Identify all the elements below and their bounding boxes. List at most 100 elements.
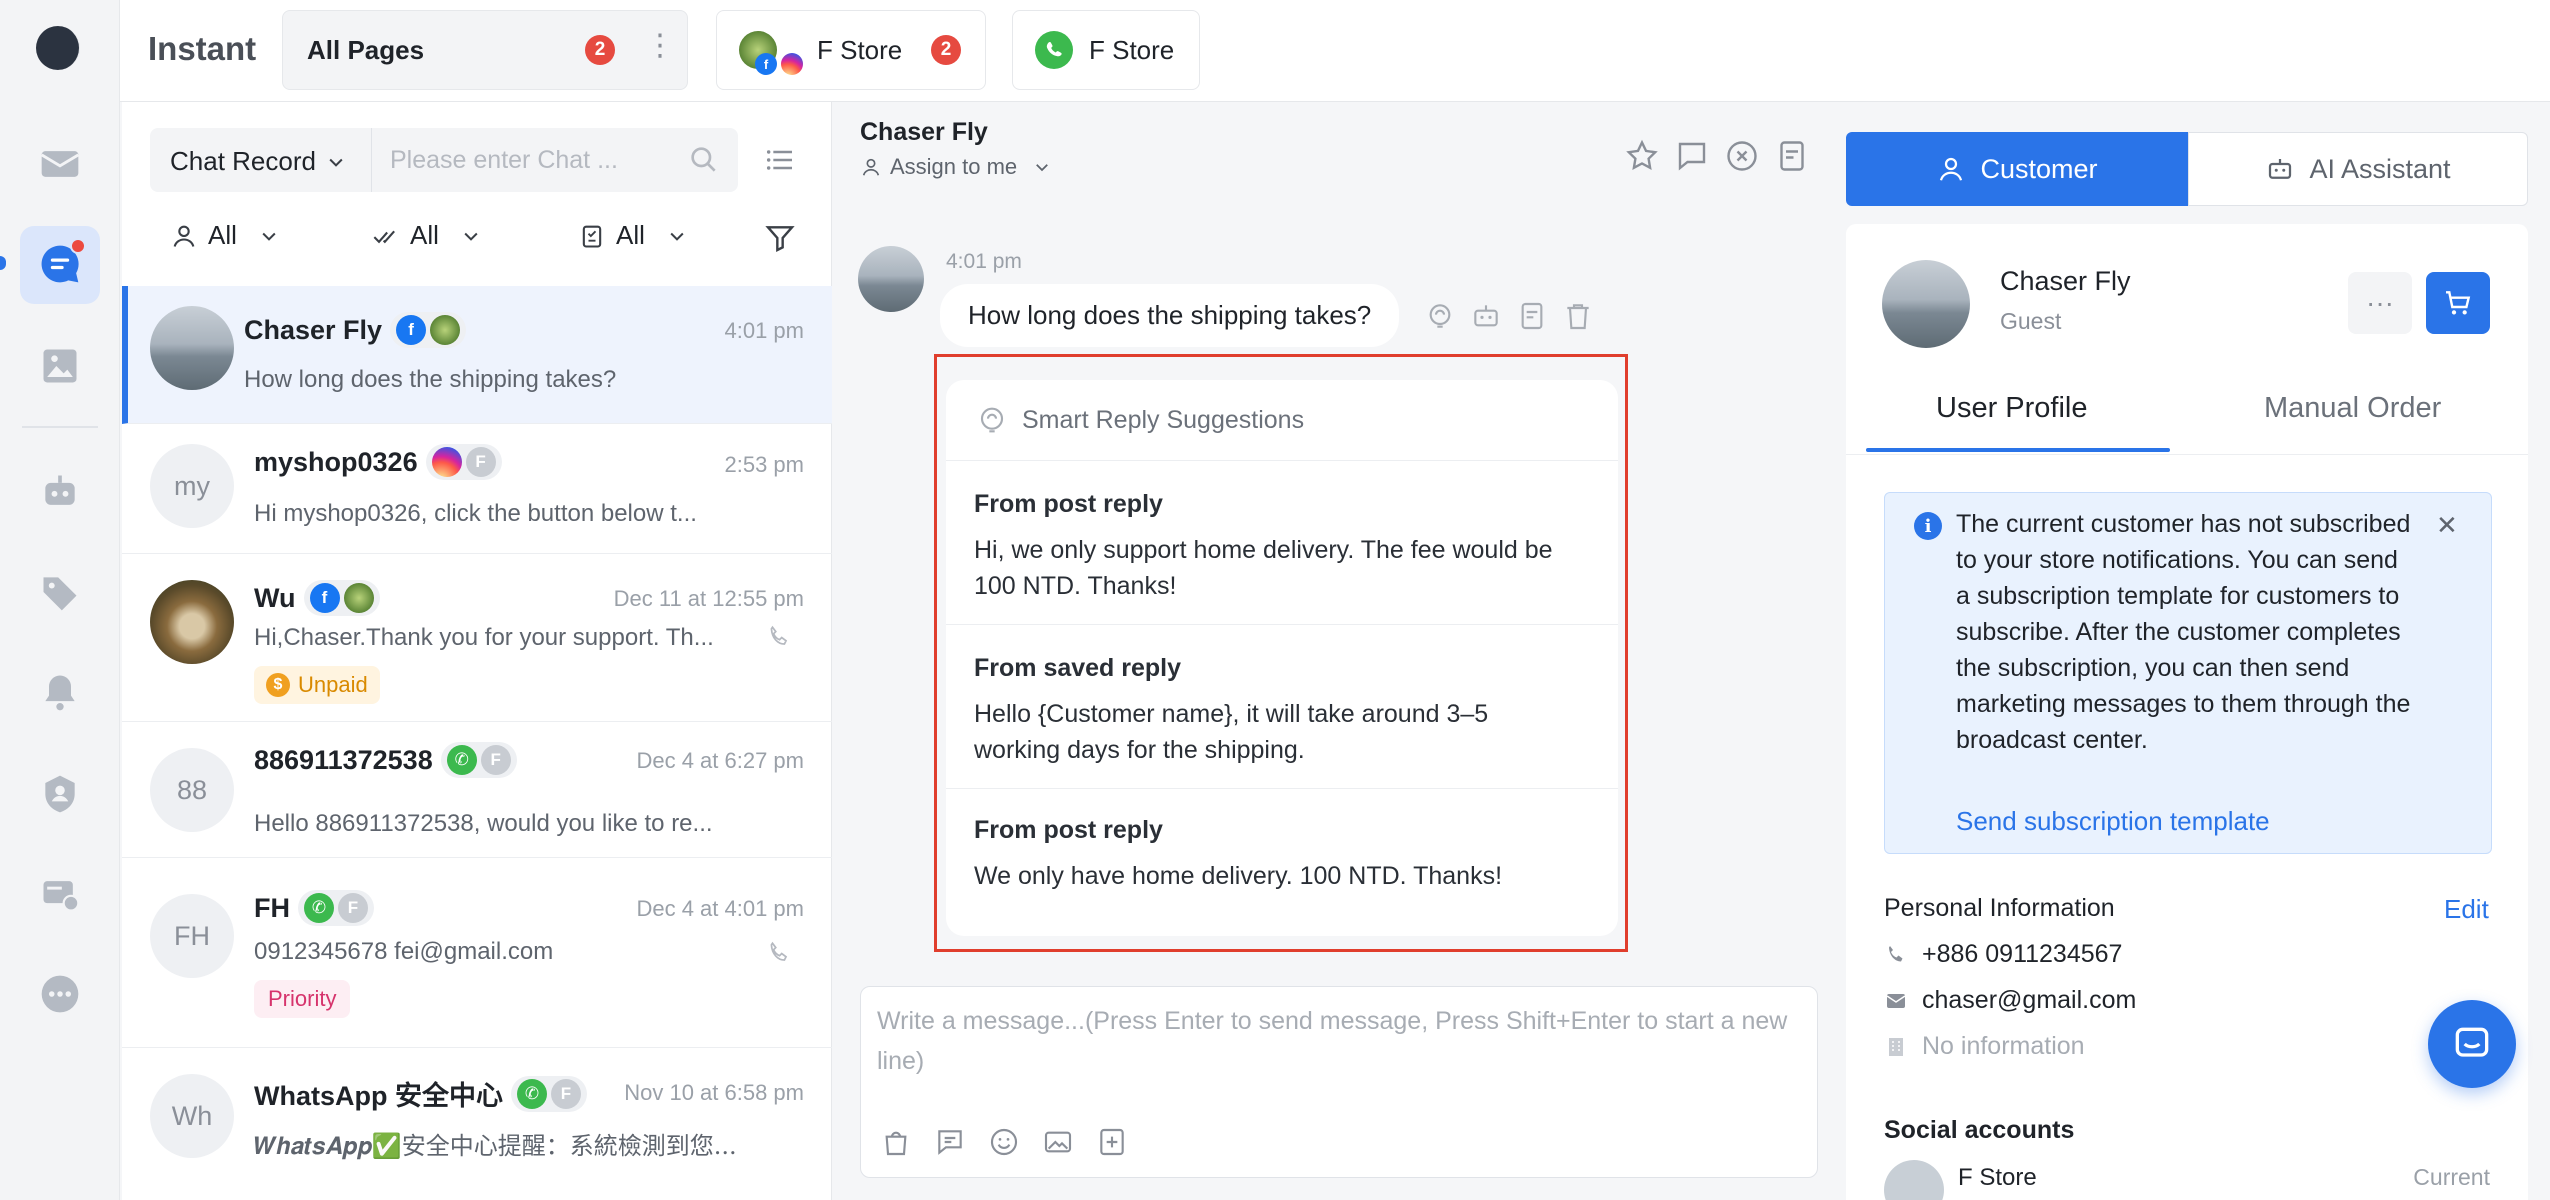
message-input[interactable] [877, 1001, 1797, 1091]
avatar [150, 306, 234, 390]
list-view-icon[interactable] [764, 144, 796, 176]
row-time: 4:01 pm [724, 318, 805, 343]
store-icon [430, 315, 461, 345]
social-account-row[interactable]: F Store Current [1884, 1160, 2494, 1200]
suggestion-text: Hello {Customer name}, it will take arou… [974, 700, 1489, 764]
bot-icon[interactable] [38, 470, 82, 519]
tab-ai-assistant[interactable]: AI Assistant [2188, 132, 2528, 206]
tab-customer[interactable]: Customer [1846, 132, 2188, 206]
chat-record-label: Chat Record [170, 146, 316, 176]
customer-role: Guest [2000, 308, 2062, 334]
more-options-button[interactable]: ··· [2348, 272, 2412, 334]
conversation-row[interactable]: Wu f Dec 11 at 12:55 pm Hi,Chaser.Thank … [122, 554, 832, 722]
conversation-row[interactable]: Chaser Fly f 4:01 pm How long does the s… [122, 286, 832, 424]
tab-all-pages[interactable]: All Pages 2 ⋮ [282, 10, 688, 90]
mail-icon[interactable] [38, 142, 82, 191]
channel-chips: f [303, 580, 380, 616]
row-preview: 𝑾𝒉𝒂𝒕𝒔𝑨𝒑𝒑✅安全中心提醒：系統檢測到您... [254, 1132, 737, 1160]
filter-status-label: All [410, 220, 439, 250]
note-icon[interactable] [1774, 138, 1810, 174]
lightbulb-icon[interactable] [1424, 300, 1456, 332]
emoji-icon[interactable] [988, 1126, 1020, 1158]
tag-icon[interactable] [38, 570, 82, 619]
address-row: No information [1884, 1032, 2085, 1061]
trash-icon[interactable] [1562, 300, 1594, 332]
conversation-row[interactable]: my myshop0326 F 2:53 pm Hi myshop0326, c… [122, 424, 832, 554]
social-avatar [1884, 1160, 1944, 1200]
tab-manual-order[interactable]: Manual Order [2264, 392, 2441, 425]
funnel-filter-icon[interactable] [764, 222, 796, 254]
address-value: No information [1922, 1032, 2085, 1060]
whatsapp-icon: ✆ [517, 1078, 547, 1109]
brand-logo-icon[interactable] [36, 26, 80, 70]
comment-icon[interactable] [1674, 138, 1710, 174]
assign-dropdown[interactable]: Assign to me [860, 154, 1051, 180]
search-icon[interactable] [688, 144, 720, 176]
user-icon [1940, 157, 1963, 181]
help-chat-button[interactable] [2428, 1000, 2516, 1088]
store-settings-icon[interactable] [38, 872, 82, 921]
shopping-bag-icon[interactable] [880, 1126, 912, 1158]
close-icon[interactable]: ✕ [2436, 510, 2458, 541]
tab-store-multi[interactable]: f F Store 2 [716, 10, 986, 90]
avatar [150, 580, 234, 664]
active-tab-indicator [1866, 448, 2170, 452]
tab-store-whatsapp[interactable]: F Store [1012, 10, 1200, 90]
building-icon [1889, 1037, 1903, 1056]
chat-search-input[interactable] [372, 128, 738, 192]
phone-icon [1889, 945, 1903, 961]
bot-icon[interactable] [1470, 300, 1502, 332]
tab-user-profile[interactable]: User Profile [1936, 392, 2088, 425]
facebook-icon: f [755, 53, 777, 75]
chat-record-select[interactable]: Chat Record [150, 128, 372, 192]
gallery-icon[interactable] [38, 344, 82, 393]
filter-type[interactable]: All [578, 220, 687, 251]
close-conversation-icon[interactable] [1724, 138, 1760, 174]
more-icon[interactable] [38, 972, 82, 1021]
edit-button[interactable]: Edit [2444, 894, 2489, 925]
chevron-down-icon [1036, 164, 1049, 172]
suggestion-text: We only have home delivery. 100 NTD. Tha… [974, 862, 1503, 890]
star-icon[interactable] [1624, 138, 1660, 174]
contacts-icon[interactable] [38, 772, 82, 821]
priority-tag: Priority [254, 980, 351, 1018]
tab-store-1-label: F Store [817, 35, 903, 65]
smart-reply-header: Smart Reply Suggestions [976, 404, 1304, 436]
tab-ai-label: AI Assistant [2309, 153, 2451, 184]
personal-info-title: Personal Information [1884, 894, 2115, 922]
filter-status[interactable]: All [372, 220, 481, 251]
phone-value: +886 0911234567 [1922, 940, 2123, 968]
bot-icon [2269, 159, 2292, 179]
app-title: Instant [148, 30, 257, 67]
note-icon[interactable] [1516, 300, 1548, 332]
quick-reply-icon[interactable] [934, 1126, 966, 1158]
user-icon [173, 225, 195, 247]
row-preview: Hi,Chaser.Thank you for your support. Th… [254, 624, 714, 651]
kebab-menu-icon[interactable]: ⋮ [645, 31, 675, 61]
phone-icon [770, 941, 788, 961]
conversation-row[interactable]: 88 886911372538 ✆ F Dec 4 at 6:27 pm Hell… [122, 722, 832, 858]
suggestion-source: From saved reply [974, 654, 1182, 682]
divider [946, 788, 1618, 789]
tab-store-1-badge: 2 [931, 35, 961, 65]
store-icon [343, 583, 374, 613]
notice-text: The current customer has not subscribed … [1956, 510, 2411, 754]
email-value: chaser@gmail.com [1922, 986, 2137, 1014]
info-icon: i [1914, 512, 1942, 540]
email-row: chaser@gmail.com [1884, 986, 2136, 1015]
row-title: FH ✆ F [254, 890, 374, 926]
conversation-row[interactable]: FH FH ✆ F Dec 4 at 4:01 pm 0912345678 fei… [122, 858, 832, 1048]
channel-chips: f [390, 312, 467, 348]
f-store-icon: F [480, 745, 511, 775]
image-icon[interactable] [1042, 1126, 1074, 1158]
send-subscription-link[interactable]: Send subscription template [1956, 806, 2270, 837]
filter-assignee[interactable]: All [170, 220, 279, 251]
conversation-row[interactable]: Wh WhatsApp 安全中心 ✆ F Nov 10 at 6:58 pm 𝑾𝒉… [122, 1048, 832, 1200]
cart-button[interactable] [2426, 272, 2490, 334]
f-store-icon: F [551, 1078, 581, 1109]
row-time: 2:53 pm [724, 452, 805, 477]
bell-icon[interactable] [38, 670, 82, 719]
lightbulb-icon [980, 407, 1004, 433]
contact-name: WhatsApp 安全中心 [254, 1081, 503, 1111]
attachment-plus-icon[interactable] [1096, 1126, 1128, 1158]
